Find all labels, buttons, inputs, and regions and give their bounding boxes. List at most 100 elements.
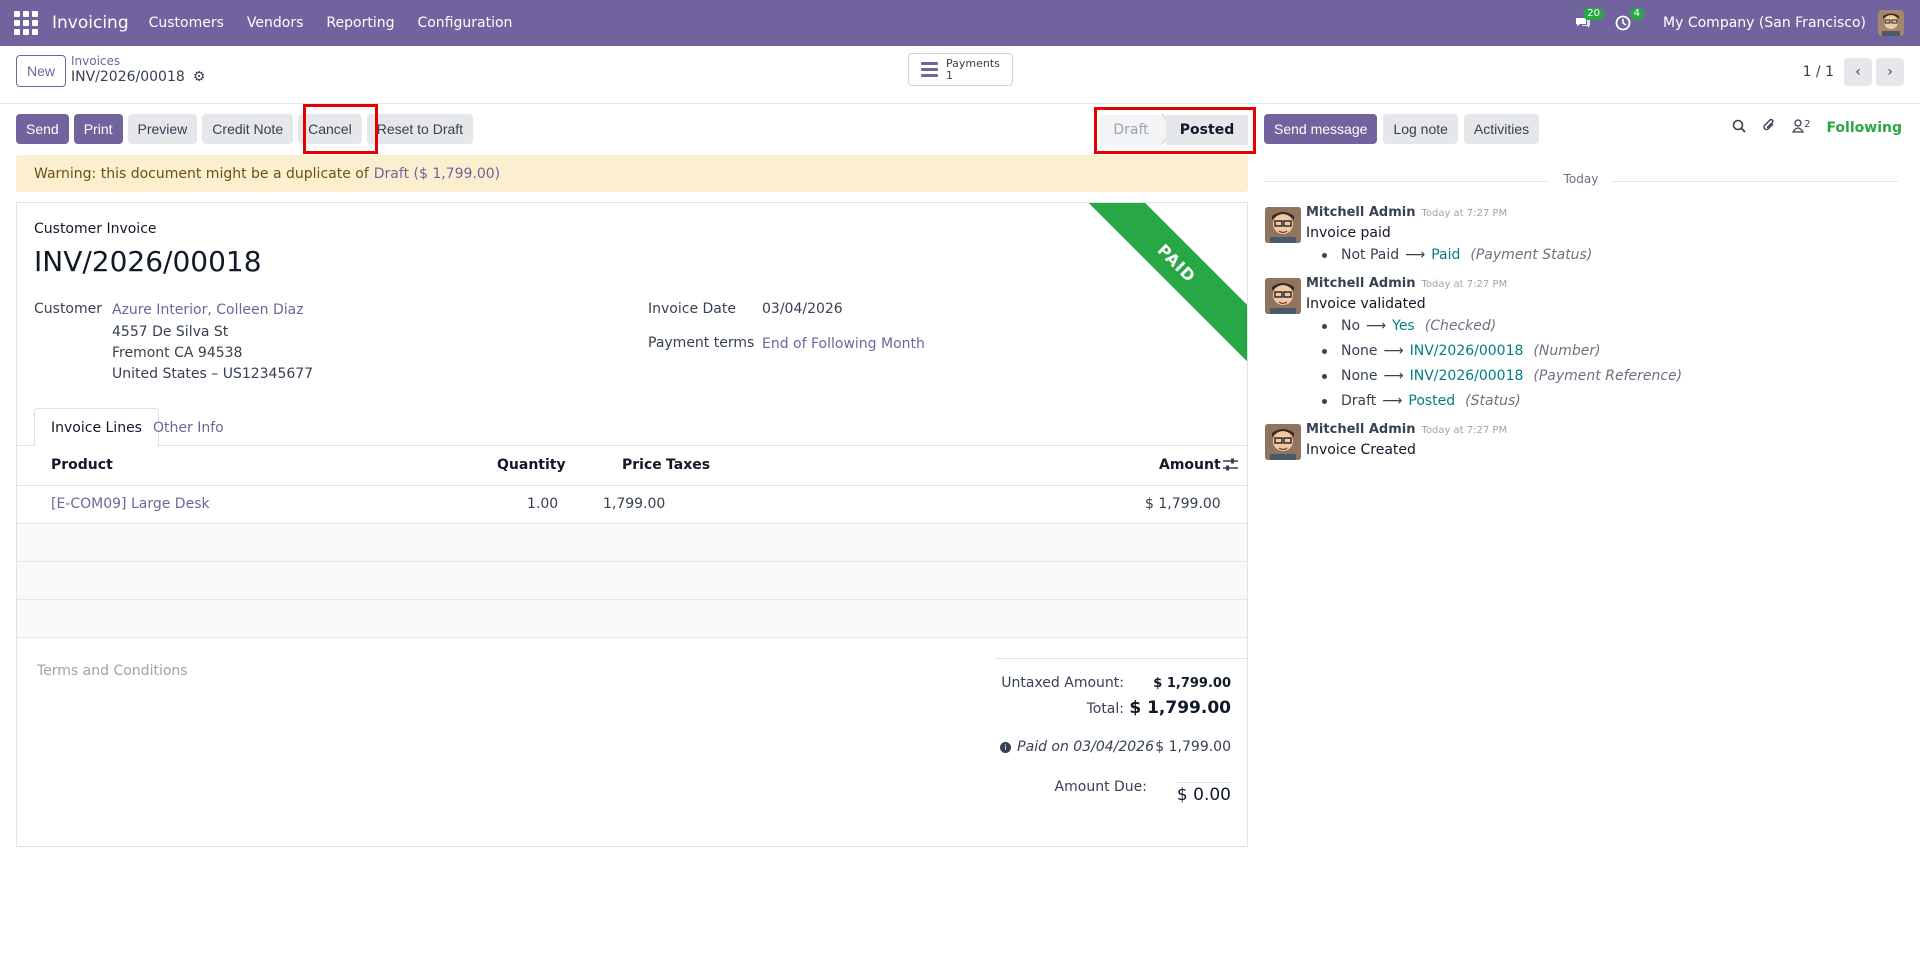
pager-value[interactable]: 1 / 1 [1803,64,1834,80]
payment-terms-label: Payment terms [648,335,755,351]
paid-value: $ 1,799.00 [1155,739,1231,755]
new-value: Posted [1408,393,1456,409]
cancel-button[interactable]: Cancel [298,114,362,144]
empty-row [17,524,1247,562]
amount-due-value: $ 0.00 [1176,782,1231,805]
new-value: Yes [1392,318,1415,334]
field-name: (Payment Reference) [1533,368,1683,384]
arrow-right-icon: ⟶ [1366,318,1387,334]
menu-customers[interactable]: Customers [149,15,224,31]
untaxed-label: Untaxed Amount: [1001,675,1124,691]
chatter-buttons: Send message Log note Activities [1264,114,1540,144]
log-note-button[interactable]: Log note [1383,114,1458,144]
app-name[interactable]: Invoicing [52,13,129,33]
reset-to-draft-button[interactable]: Reset to Draft [366,114,474,144]
control-panel: New Invoices INV/2026/00018 ⚙ Payments 1… [0,46,1920,104]
gear-icon[interactable]: ⚙ [193,69,206,85]
status-posted[interactable]: Posted [1166,114,1248,145]
activities-clock-icon[interactable]: 4 [1611,8,1645,35]
activities-button[interactable]: Activities [1463,114,1540,144]
line-amount: $ 1,799.00 [1145,496,1221,512]
payments-count: 1 [946,68,953,82]
company-switcher[interactable]: My Company (San Francisco) [1663,15,1866,31]
terms-and-conditions-field[interactable]: Terms and Conditions [37,663,188,679]
arrow-right-icon: ⟶ [1382,393,1403,409]
message-time: Today at 7:27 PM [1421,425,1508,436]
paid-on-text: Paid on 03/04/2026 [1017,739,1154,755]
amount-due-label: Amount Due: [1054,779,1147,795]
info-icon[interactable]: i [1000,741,1012,753]
paperclip-icon[interactable] [1762,118,1776,137]
duplicate-warning: Warning: this document might be a duplic… [16,155,1248,192]
tracking-line: None ⟶ INV/2026/00018 (Payment Reference) [1322,368,1682,384]
status-draft[interactable]: Draft [1100,114,1162,145]
search-icon[interactable] [1732,119,1746,137]
customer-label: Customer [34,301,103,317]
new-value: INV/2026/00018 [1409,343,1524,359]
col-product[interactable]: Product [51,457,113,473]
invoice-sheet: PAID Customer Invoice INV/2026/00018 Cus… [16,202,1248,847]
lines-table-header: Product Quantity Price Taxes Amount [17,446,1247,486]
menu-reporting[interactable]: Reporting [326,15,394,31]
credit-note-button[interactable]: Credit Note [202,114,294,144]
invoice-number: INV/2026/00018 [34,245,262,278]
chatter-message: Mitchell Admin Today at 7:27 PM Invoice C… [1264,422,1898,472]
today-label: Today [1549,172,1613,186]
col-price[interactable]: Price [622,457,662,473]
optional-columns-icon[interactable] [1223,457,1238,475]
col-taxes[interactable]: Taxes [666,457,710,473]
author-name[interactable]: Mitchell Admin [1306,422,1415,437]
author-avatar[interactable] [1265,207,1301,243]
apps-menu-icon[interactable] [14,11,38,35]
arrow-right-icon: ⟶ [1383,368,1404,384]
breadcrumb-invoices[interactable]: Invoices [71,54,120,68]
total-value: $ 1,799.00 [1129,698,1231,718]
chevron-right-icon[interactable]: › [1876,58,1904,86]
warning-duplicate-link[interactable]: Draft ($ 1,799.00) [374,166,500,182]
message-body: Invoice validated [1306,296,1426,312]
table-row[interactable]: [E-COM09] Large Desk 1.00 1,799.00 $ 1,7… [17,486,1247,524]
chevron-left-icon[interactable]: ‹ [1844,58,1872,86]
followers-button[interactable]: 2 [1791,118,1811,137]
tab-other-info[interactable]: Other Info [137,408,240,447]
new-button[interactable]: New [16,55,66,87]
message-time: Today at 7:27 PM [1421,208,1508,219]
author-avatar[interactable] [1265,424,1301,460]
old-value: None [1341,368,1378,384]
preview-button[interactable]: Preview [127,114,198,144]
line-price[interactable]: 1,799.00 [603,496,665,512]
following-button[interactable]: Following [1826,120,1902,136]
user-avatar[interactable] [1878,10,1904,36]
chatter-message: Mitchell Admin Today at 7:27 PM Invoice v… [1264,276,1898,416]
send-button[interactable]: Send [16,114,69,144]
author-avatar[interactable] [1265,278,1301,314]
col-amount[interactable]: Amount [1159,457,1221,473]
message-author[interactable]: Mitchell Admin Today at 7:27 PM [1306,205,1507,220]
message-author[interactable]: Mitchell Admin Today at 7:27 PM [1306,422,1507,437]
action-buttons: Send Print Preview Credit Note Cancel Re… [16,114,474,144]
customer-name-link[interactable]: Azure Interior, Colleen Diaz [112,302,304,318]
message-body: Invoice Created [1306,442,1416,458]
author-name[interactable]: Mitchell Admin [1306,205,1415,220]
col-quantity[interactable]: Quantity [497,457,566,473]
invoice-date-value[interactable]: 03/04/2026 [762,301,843,317]
followers-count: 2 [1804,118,1811,130]
print-button[interactable]: Print [73,114,123,144]
payments-smart-button[interactable]: Payments 1 [908,53,1013,86]
line-product[interactable]: [E-COM09] Large Desk [51,496,210,512]
message-author[interactable]: Mitchell Admin Today at 7:27 PM [1306,276,1507,291]
menu-vendors[interactable]: Vendors [247,15,303,31]
status-bar: Draft Posted [1100,111,1249,148]
line-quantity[interactable]: 1.00 [527,496,558,512]
payment-terms-value[interactable]: End of Following Month [762,336,925,352]
address-line-2: Fremont CA 94538 [112,345,243,361]
paid-on-label: i Paid on 03/04/2026 [1000,739,1154,755]
send-message-button[interactable]: Send message [1264,114,1378,144]
tracking-line: Draft ⟶ Posted (Status) [1322,393,1521,409]
author-name[interactable]: Mitchell Admin [1306,276,1415,291]
new-value: Paid [1431,247,1461,263]
messages-icon[interactable]: 20 [1571,8,1605,35]
new-value: INV/2026/00018 [1409,368,1524,384]
menu-configuration[interactable]: Configuration [417,15,512,31]
field-name: (Checked) [1424,318,1497,334]
